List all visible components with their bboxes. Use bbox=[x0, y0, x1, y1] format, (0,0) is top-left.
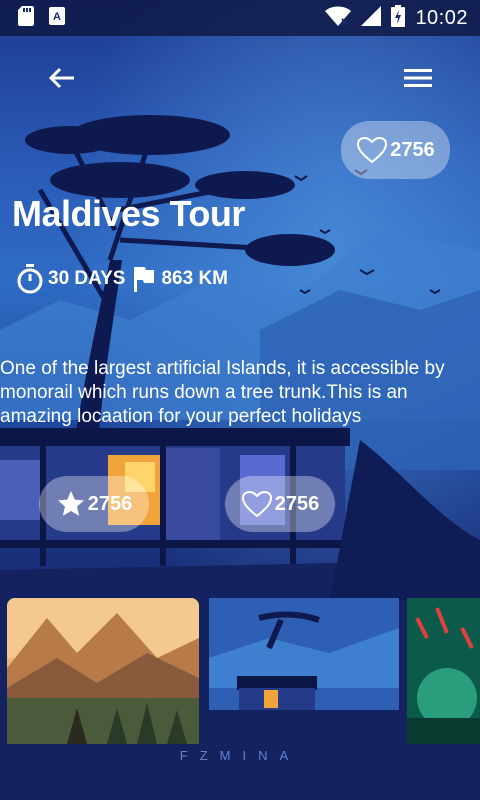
heart-icon bbox=[241, 490, 272, 518]
app-notification-icon: A bbox=[48, 6, 66, 31]
rating-count: 2756 bbox=[87, 492, 133, 515]
heart-icon bbox=[357, 136, 388, 164]
favorite-count: 2756 bbox=[274, 492, 320, 515]
app-bar bbox=[0, 60, 480, 96]
status-time: 10:02 bbox=[415, 6, 468, 29]
status-bar: A 10:02 bbox=[0, 0, 480, 36]
likes-count: 2756 bbox=[390, 138, 435, 161]
battery-icon bbox=[391, 4, 406, 32]
distance-label: 863 KM bbox=[161, 268, 228, 289]
flag-icon bbox=[134, 267, 155, 292]
timer-icon bbox=[17, 264, 43, 294]
signal-icon bbox=[361, 5, 382, 31]
menu-icon bbox=[404, 69, 432, 87]
duration-info: 30 DAYS bbox=[16, 264, 125, 294]
sd-card-icon bbox=[18, 5, 34, 31]
rating-button[interactable]: 2756 bbox=[39, 476, 149, 532]
gallery-thumb-forest[interactable] bbox=[407, 598, 480, 744]
back-arrow-icon bbox=[48, 67, 74, 89]
gallery-thumb-island-house[interactable] bbox=[209, 598, 399, 744]
favorite-button[interactable]: 2756 bbox=[225, 476, 335, 532]
brand-watermark: FZMINA bbox=[179, 748, 301, 763]
gallery-carousel bbox=[0, 598, 480, 744]
menu-button[interactable] bbox=[400, 60, 436, 96]
tour-title: Maldives Tour bbox=[12, 193, 245, 234]
star-icon bbox=[57, 491, 84, 516]
back-button[interactable] bbox=[44, 60, 80, 96]
tour-description: One of the largest artificial Islands, i… bbox=[0, 358, 445, 427]
duration-label: 30 DAYS bbox=[48, 268, 126, 289]
tour-meta: 30 DAYS 863 KM bbox=[16, 264, 228, 294]
distance-info: 863 KM bbox=[131, 265, 228, 293]
wifi-icon bbox=[325, 6, 352, 31]
likes-button[interactable]: 2756 bbox=[341, 121, 450, 179]
gallery-thumb-mountains[interactable] bbox=[7, 598, 199, 744]
svg-text:A: A bbox=[53, 11, 61, 23]
